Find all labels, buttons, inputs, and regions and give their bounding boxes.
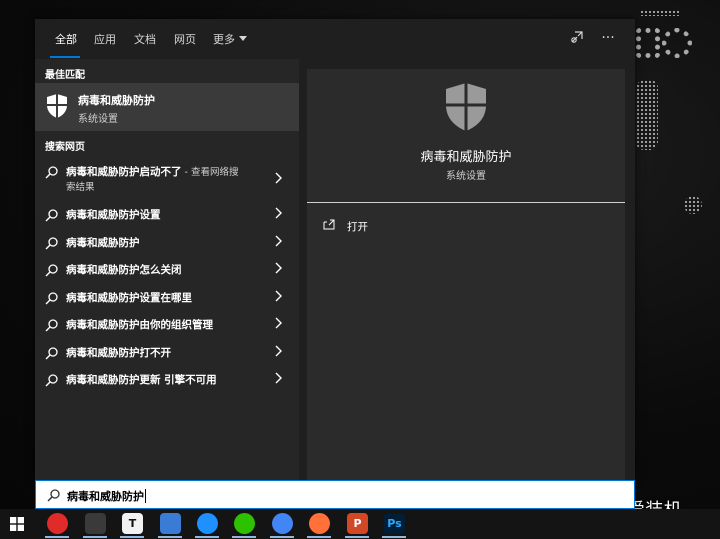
best-match-heading: 最佳匹配 <box>45 70 85 81</box>
qq-browser-icon[interactable] <box>197 513 218 534</box>
tab-more-label: 更多 <box>213 33 235 46</box>
web-result-label: 病毒和威胁防护由你的组织管理 <box>66 319 213 331</box>
best-match-subtitle: 系统设置 <box>78 114 118 125</box>
tab-more[interactable]: 更多 <box>213 31 247 47</box>
search-input-value: 病毒和威胁防护 <box>67 490 144 503</box>
search-icon <box>45 209 58 222</box>
text-cursor <box>145 489 146 503</box>
web-result-item[interactable]: 病毒和威胁防护设置在哪里 <box>35 286 299 308</box>
running-indicator <box>270 536 294 538</box>
chevron-down-icon <box>239 36 247 41</box>
open-action[interactable]: 打开 <box>323 218 443 234</box>
desktop-decoration <box>636 28 660 58</box>
web-result-label: 病毒和威胁防护更新 引擎不可用 <box>66 374 217 386</box>
running-indicator <box>158 536 182 538</box>
start-search-panel: 全部 应用 文档 网页 更多 ··· 最佳匹配 病毒和威胁防护 系统设置 搜索网… <box>35 19 635 480</box>
web-result-label: 病毒和威胁防护 <box>66 237 140 249</box>
divider <box>307 202 625 203</box>
chevron-right-icon[interactable] <box>273 206 283 220</box>
chevron-right-icon[interactable] <box>273 371 283 385</box>
feedback-icon[interactable] <box>568 29 586 47</box>
best-match-title: 病毒和威胁防护 <box>78 94 155 107</box>
web-result-item[interactable]: 病毒和威胁防护启动不了 - 查看网络搜 索结果 <box>35 160 299 196</box>
chevron-right-icon[interactable] <box>273 316 283 330</box>
preview-pane: 病毒和威胁防护 系统设置 打开 <box>307 69 625 480</box>
web-result-item[interactable]: 病毒和威胁防护设置 <box>35 203 299 225</box>
photoshop-icon[interactable]: Ps <box>384 513 405 534</box>
search-icon <box>45 264 58 277</box>
tab-documents[interactable]: 文档 <box>134 31 156 47</box>
search-icon <box>45 237 58 250</box>
powerpoint-icon[interactable]: P <box>347 513 368 534</box>
results-list: 最佳匹配 病毒和威胁防护 系统设置 搜索网页 病毒和威胁防护启动不了 - 查看网… <box>35 59 299 480</box>
web-result-item[interactable]: 病毒和威胁防护怎么关闭 <box>35 258 299 280</box>
desktop-decoration <box>684 196 702 214</box>
open-icon <box>323 219 335 230</box>
web-result-item[interactable]: 病毒和威胁防护由你的组织管理 <box>35 313 299 335</box>
tab-apps[interactable]: 应用 <box>94 31 116 47</box>
active-tab-indicator <box>50 56 80 58</box>
search-box[interactable]: 病毒和威胁防护 <box>35 480 635 509</box>
running-indicator <box>232 536 256 538</box>
preview-subtitle: 系统设置 <box>446 171 486 182</box>
search-icon <box>45 292 58 305</box>
running-indicator <box>120 536 144 538</box>
preview-title: 病毒和威胁防护 <box>420 150 512 165</box>
shield-icon <box>446 83 486 131</box>
filter-tabs-bar: 全部 应用 文档 网页 更多 ··· <box>35 19 635 59</box>
more-options-icon[interactable]: ··· <box>599 29 617 47</box>
tab-web[interactable]: 网页 <box>174 31 196 47</box>
search-icon <box>45 347 58 360</box>
running-indicator <box>345 536 369 538</box>
firefox-icon[interactable] <box>309 513 330 534</box>
wechat-icon[interactable] <box>234 513 255 534</box>
best-match-item[interactable]: 病毒和威胁防护 系统设置 <box>35 83 299 131</box>
chevron-right-icon[interactable] <box>273 344 283 358</box>
shield-icon <box>47 94 67 118</box>
netease-music-icon[interactable] <box>47 513 68 534</box>
chevron-right-icon[interactable] <box>273 171 283 185</box>
running-indicator <box>83 536 107 538</box>
sublime-icon[interactable] <box>85 513 106 534</box>
chrome-icon[interactable] <box>272 513 293 534</box>
feishu-icon[interactable] <box>160 513 181 534</box>
search-input[interactable]: 病毒和威胁防护 <box>67 488 146 504</box>
web-result-label: 病毒和威胁防护怎么关闭 <box>66 264 182 276</box>
running-indicator <box>195 536 219 538</box>
search-icon <box>45 319 58 332</box>
chevron-right-icon[interactable] <box>273 289 283 303</box>
web-result-label: 病毒和威胁防护设置 <box>66 209 161 221</box>
search-icon <box>47 489 60 502</box>
chevron-right-icon[interactable] <box>273 234 283 248</box>
windows-start-icon[interactable] <box>10 517 24 531</box>
web-result-label: 病毒和威胁防护设置在哪里 <box>66 292 192 304</box>
search-icon <box>45 374 58 387</box>
web-search-heading: 搜索网页 <box>45 142 85 153</box>
running-indicator <box>307 536 331 538</box>
web-result-item[interactable]: 病毒和威胁防护打不开 <box>35 341 299 363</box>
desktop-decoration <box>636 80 658 150</box>
web-result-label: 病毒和威胁防护启动不了 - 查看网络搜 <box>66 166 239 178</box>
open-label: 打开 <box>347 221 368 233</box>
taskbar: T P Ps <box>0 509 720 539</box>
web-result-label-continued: 索结果 <box>66 182 95 193</box>
web-result-item[interactable]: 病毒和威胁防护更新 引擎不可用 <box>35 368 299 390</box>
desktop-decoration <box>640 10 680 16</box>
web-result-label: 病毒和威胁防护打不开 <box>66 347 171 359</box>
chevron-right-icon[interactable] <box>273 261 283 275</box>
typora-icon[interactable]: T <box>122 513 143 534</box>
running-indicator <box>45 536 69 538</box>
web-result-item[interactable]: 病毒和威胁防护 <box>35 231 299 253</box>
desktop-decoration <box>662 28 692 58</box>
tab-all[interactable]: 全部 <box>55 31 77 47</box>
search-icon <box>45 166 58 179</box>
running-indicator <box>382 536 406 538</box>
